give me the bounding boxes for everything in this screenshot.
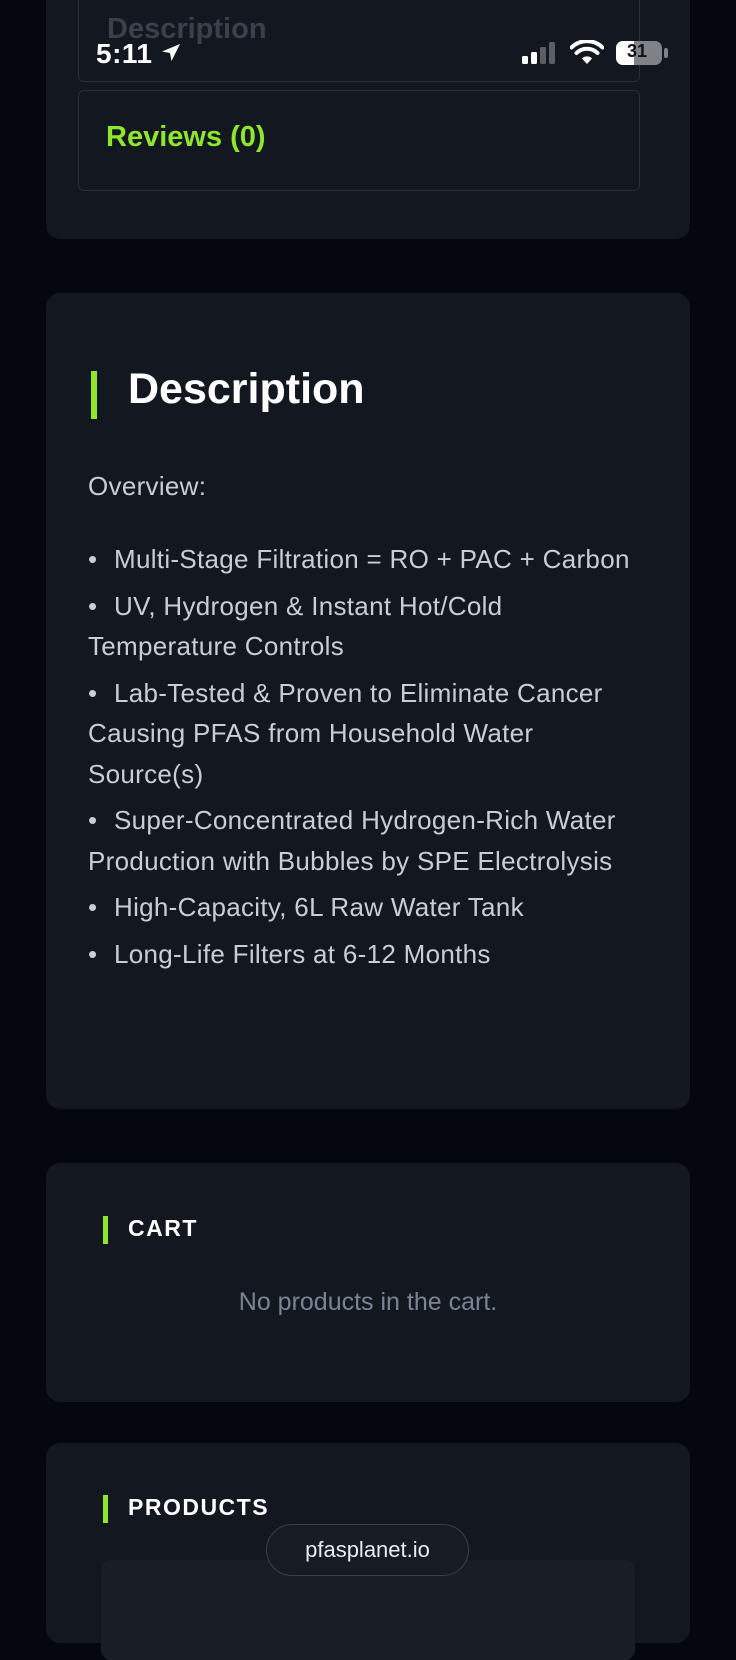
status-bar: 5:11 31 — [0, 0, 736, 90]
status-time: 5:11 — [96, 38, 153, 69]
list-item: • UV, Hydrogen & Instant Hot/Cold Tempera… — [88, 586, 648, 667]
list-item: • Super-Concentrated Hydrogen-Rich Water … — [88, 800, 648, 881]
wifi-icon — [570, 40, 604, 64]
bullet-icon: • — [88, 590, 98, 621]
cart-title: CART — [128, 1215, 198, 1241]
location-arrow-icon — [162, 44, 180, 61]
bullet-icon: • — [88, 544, 98, 574]
cart-empty-message: No products in the cart. — [238, 1288, 498, 1316]
bullet-icon: • — [88, 938, 98, 969]
list-item: • Multi-Stage Filtration = RO + PAC + Car… — [88, 539, 648, 580]
battery-level: 31 — [626, 41, 648, 61]
overview-label: Overview: — [88, 471, 207, 501]
bullet-icon: • — [88, 677, 98, 708]
cart-accent-bar — [103, 1216, 108, 1244]
list-item: • High-Capacity, 6L Raw Water Tank — [88, 887, 648, 928]
feature-list: • Multi-Stage Filtration = RO + PAC + Car… — [88, 539, 648, 980]
description-card: Description Overview: • Multi-Stage Filtr… — [46, 293, 690, 1109]
products-title: PRODUCTS — [128, 1494, 270, 1520]
description-title: Description — [128, 365, 365, 413]
bullet-icon: • — [88, 805, 98, 835]
url-bar[interactable]: pfasplanet.io — [266, 1524, 469, 1576]
list-item: • Long-Life Filters at 6-12 Months — [88, 934, 648, 975]
tab-reviews[interactable]: Reviews (0) — [78, 90, 640, 191]
cart-widget: CART No products in the cart. — [46, 1163, 690, 1402]
list-item: • Lab-Tested & Proven to Eliminate Cancer… — [88, 673, 648, 795]
tab-reviews-label: Reviews (0) — [106, 121, 266, 153]
bullet-icon: • — [88, 892, 98, 922]
title-accent-bar — [91, 371, 97, 419]
signal-icon — [522, 42, 555, 64]
products-accent-bar — [103, 1495, 108, 1523]
